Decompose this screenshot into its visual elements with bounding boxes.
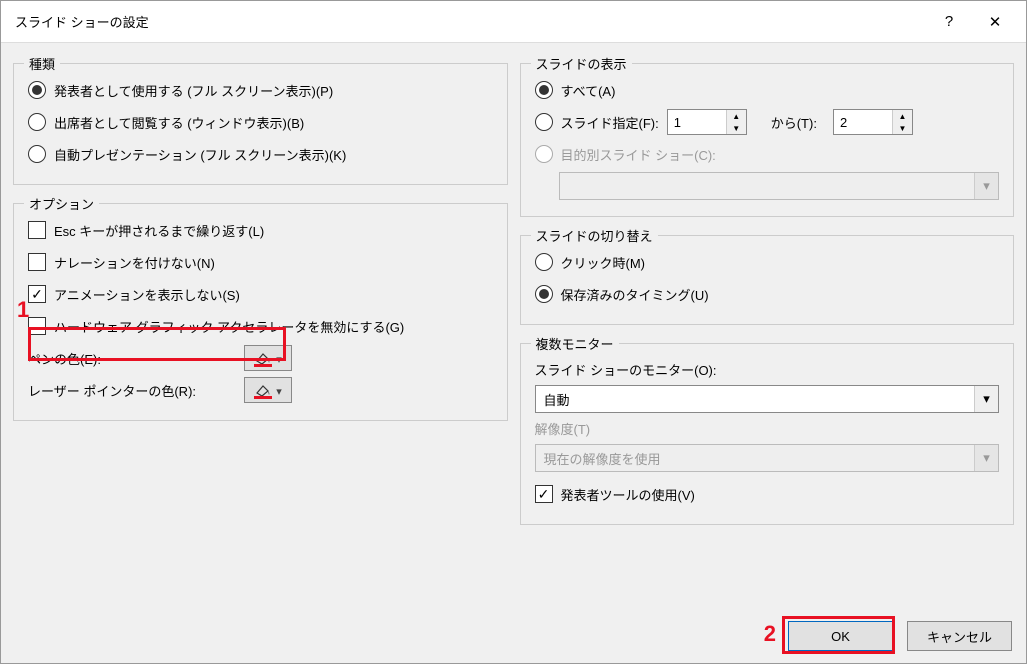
radio-all-slides[interactable]: すべて(A) (535, 74, 1000, 106)
radio-custom-show: 目的別スライド ショー(C): (535, 138, 1000, 170)
label: スライド指定(F): (561, 113, 659, 132)
label: 発表者として使用する (フル スクリーン表示)(P) (54, 81, 333, 100)
group-legend-monitors: 複数モニター (531, 334, 619, 353)
help-button[interactable]: ? (926, 1, 972, 43)
radio-use-timings[interactable]: 保存済みのタイミング(U) (535, 278, 1000, 310)
label: すべて(A) (561, 81, 616, 100)
close-button[interactable]: ✕ (972, 1, 1018, 43)
spinner-down-icon[interactable]: ▼ (727, 122, 746, 134)
laser-color-label: レーザー ポインターの色(R): (28, 381, 236, 400)
spinner-up-icon[interactable]: ▲ (727, 110, 746, 122)
pen-color-label: ペンの色(E): (28, 349, 236, 368)
custom-show-combo-row: ▾ (535, 170, 1000, 202)
checkbox-icon (28, 253, 46, 271)
spinner-down-icon[interactable]: ▼ (893, 122, 912, 134)
chevron-down-icon (276, 383, 282, 398)
to-label: から(T): (771, 113, 817, 132)
checkbox-presenter-view[interactable]: 発表者ツールの使用(V) (535, 478, 1000, 510)
checkbox-disable-hw-accel[interactable]: ハードウェア グラフィック アクセラレータを無効にする(G) (28, 310, 493, 342)
group-legend-type: 種類 (24, 54, 60, 73)
checkbox-icon (535, 485, 553, 503)
radio-icon (28, 81, 46, 99)
paint-bucket-icon (254, 382, 272, 398)
monitor-label: スライド ショーのモニター(O): (535, 360, 1000, 379)
chevron-down-icon: ▾ (974, 386, 998, 412)
pen-color-row: ペンの色(E): (28, 342, 493, 374)
group-legend-advance: スライドの切り替え (531, 226, 658, 245)
to-spinner[interactable]: ▲▼ (833, 109, 913, 135)
monitor-combo[interactable]: 自動 ▾ (535, 385, 1000, 413)
group-legend-options: オプション (24, 194, 99, 213)
label: 自動プレゼンテーション (フル スクリーン表示)(K) (54, 145, 346, 164)
combo-value: 自動 (536, 390, 975, 409)
label: 目的別スライド ショー(C): (561, 145, 716, 164)
chevron-down-icon: ▾ (974, 445, 998, 471)
label: 保存済みのタイミング(U) (561, 285, 709, 304)
cancel-button[interactable]: キャンセル (907, 621, 1012, 651)
to-input[interactable] (834, 110, 892, 134)
dialog-buttons: OK キャンセル (788, 621, 1012, 651)
laser-color-row: レーザー ポインターの色(R): (28, 374, 493, 406)
checkbox-icon (28, 317, 46, 335)
checkbox-loop-esc[interactable]: Esc キーが押されるまで繰り返す(L) (28, 214, 493, 246)
group-advance: スライドの切り替え クリック時(M) 保存済みのタイミング(U) (520, 235, 1015, 325)
label: ハードウェア グラフィック アクセラレータを無効にする(G) (54, 317, 404, 336)
radio-icon (535, 253, 553, 271)
label: 出席者として閲覧する (ウィンドウ表示)(B) (54, 113, 304, 132)
label: クリック時(M) (561, 253, 646, 272)
radio-slide-range[interactable]: スライド指定(F): ▲▼ から(T): ▲▼ (535, 106, 1000, 138)
checkbox-no-narration[interactable]: ナレーションを付けない(N) (28, 246, 493, 278)
ok-button[interactable]: OK (788, 621, 893, 651)
chevron-down-icon (276, 351, 282, 366)
checkbox-icon (28, 221, 46, 239)
from-spinner[interactable]: ▲▼ (667, 109, 747, 135)
titlebar: スライド ショーの設定 ? ✕ (1, 1, 1026, 43)
annotation-number-2: 2 (764, 621, 776, 647)
radio-icon (28, 113, 46, 131)
label: Esc キーが押されるまで繰り返す(L) (54, 221, 264, 240)
radio-icon (535, 285, 553, 303)
radio-icon (535, 145, 553, 163)
from-input[interactable] (668, 110, 726, 134)
label: 発表者ツールの使用(V) (561, 485, 695, 504)
titlebar-controls: ? ✕ (926, 1, 1018, 43)
laser-color-picker[interactable] (244, 377, 292, 403)
checkbox-icon (28, 285, 46, 303)
pen-color-picker[interactable] (244, 345, 292, 371)
radio-icon (28, 145, 46, 163)
label: アニメーションを表示しない(S) (54, 285, 240, 304)
radio-on-click[interactable]: クリック時(M) (535, 246, 1000, 278)
radio-kiosk[interactable]: 自動プレゼンテーション (フル スクリーン表示)(K) (28, 138, 493, 170)
radio-presenter[interactable]: 発表者として使用する (フル スクリーン表示)(P) (28, 74, 493, 106)
paint-bucket-icon (254, 350, 272, 366)
window-title: スライド ショーの設定 (15, 12, 926, 31)
group-show-slides: スライドの表示 すべて(A) スライド指定(F): ▲▼ から(T): ▲▼ (520, 63, 1015, 217)
radio-icon (535, 81, 553, 99)
resolution-label: 解像度(T) (535, 419, 1000, 438)
checkbox-no-animation[interactable]: アニメーションを表示しない(S) (28, 278, 493, 310)
group-monitors: 複数モニター スライド ショーのモニター(O): 自動 ▾ 解像度(T) 現在の… (520, 343, 1015, 525)
radio-browsed[interactable]: 出席者として閲覧する (ウィンドウ表示)(B) (28, 106, 493, 138)
spinner-up-icon[interactable]: ▲ (893, 110, 912, 122)
group-show-type: 種類 発表者として使用する (フル スクリーン表示)(P) 出席者として閲覧する… (13, 63, 508, 185)
chevron-down-icon: ▾ (974, 173, 998, 199)
combo-value: 現在の解像度を使用 (536, 449, 975, 468)
group-options: オプション Esc キーが押されるまで繰り返す(L) ナレーションを付けない(N… (13, 203, 508, 421)
radio-icon (535, 113, 553, 131)
custom-show-combo: ▾ (559, 172, 1000, 200)
group-legend-slides: スライドの表示 (531, 54, 632, 73)
resolution-combo: 現在の解像度を使用 ▾ (535, 444, 1000, 472)
label: ナレーションを付けない(N) (54, 253, 215, 272)
dialog-window: スライド ショーの設定 ? ✕ 種類 発表者として使用する (フル スクリーン表… (0, 0, 1027, 664)
